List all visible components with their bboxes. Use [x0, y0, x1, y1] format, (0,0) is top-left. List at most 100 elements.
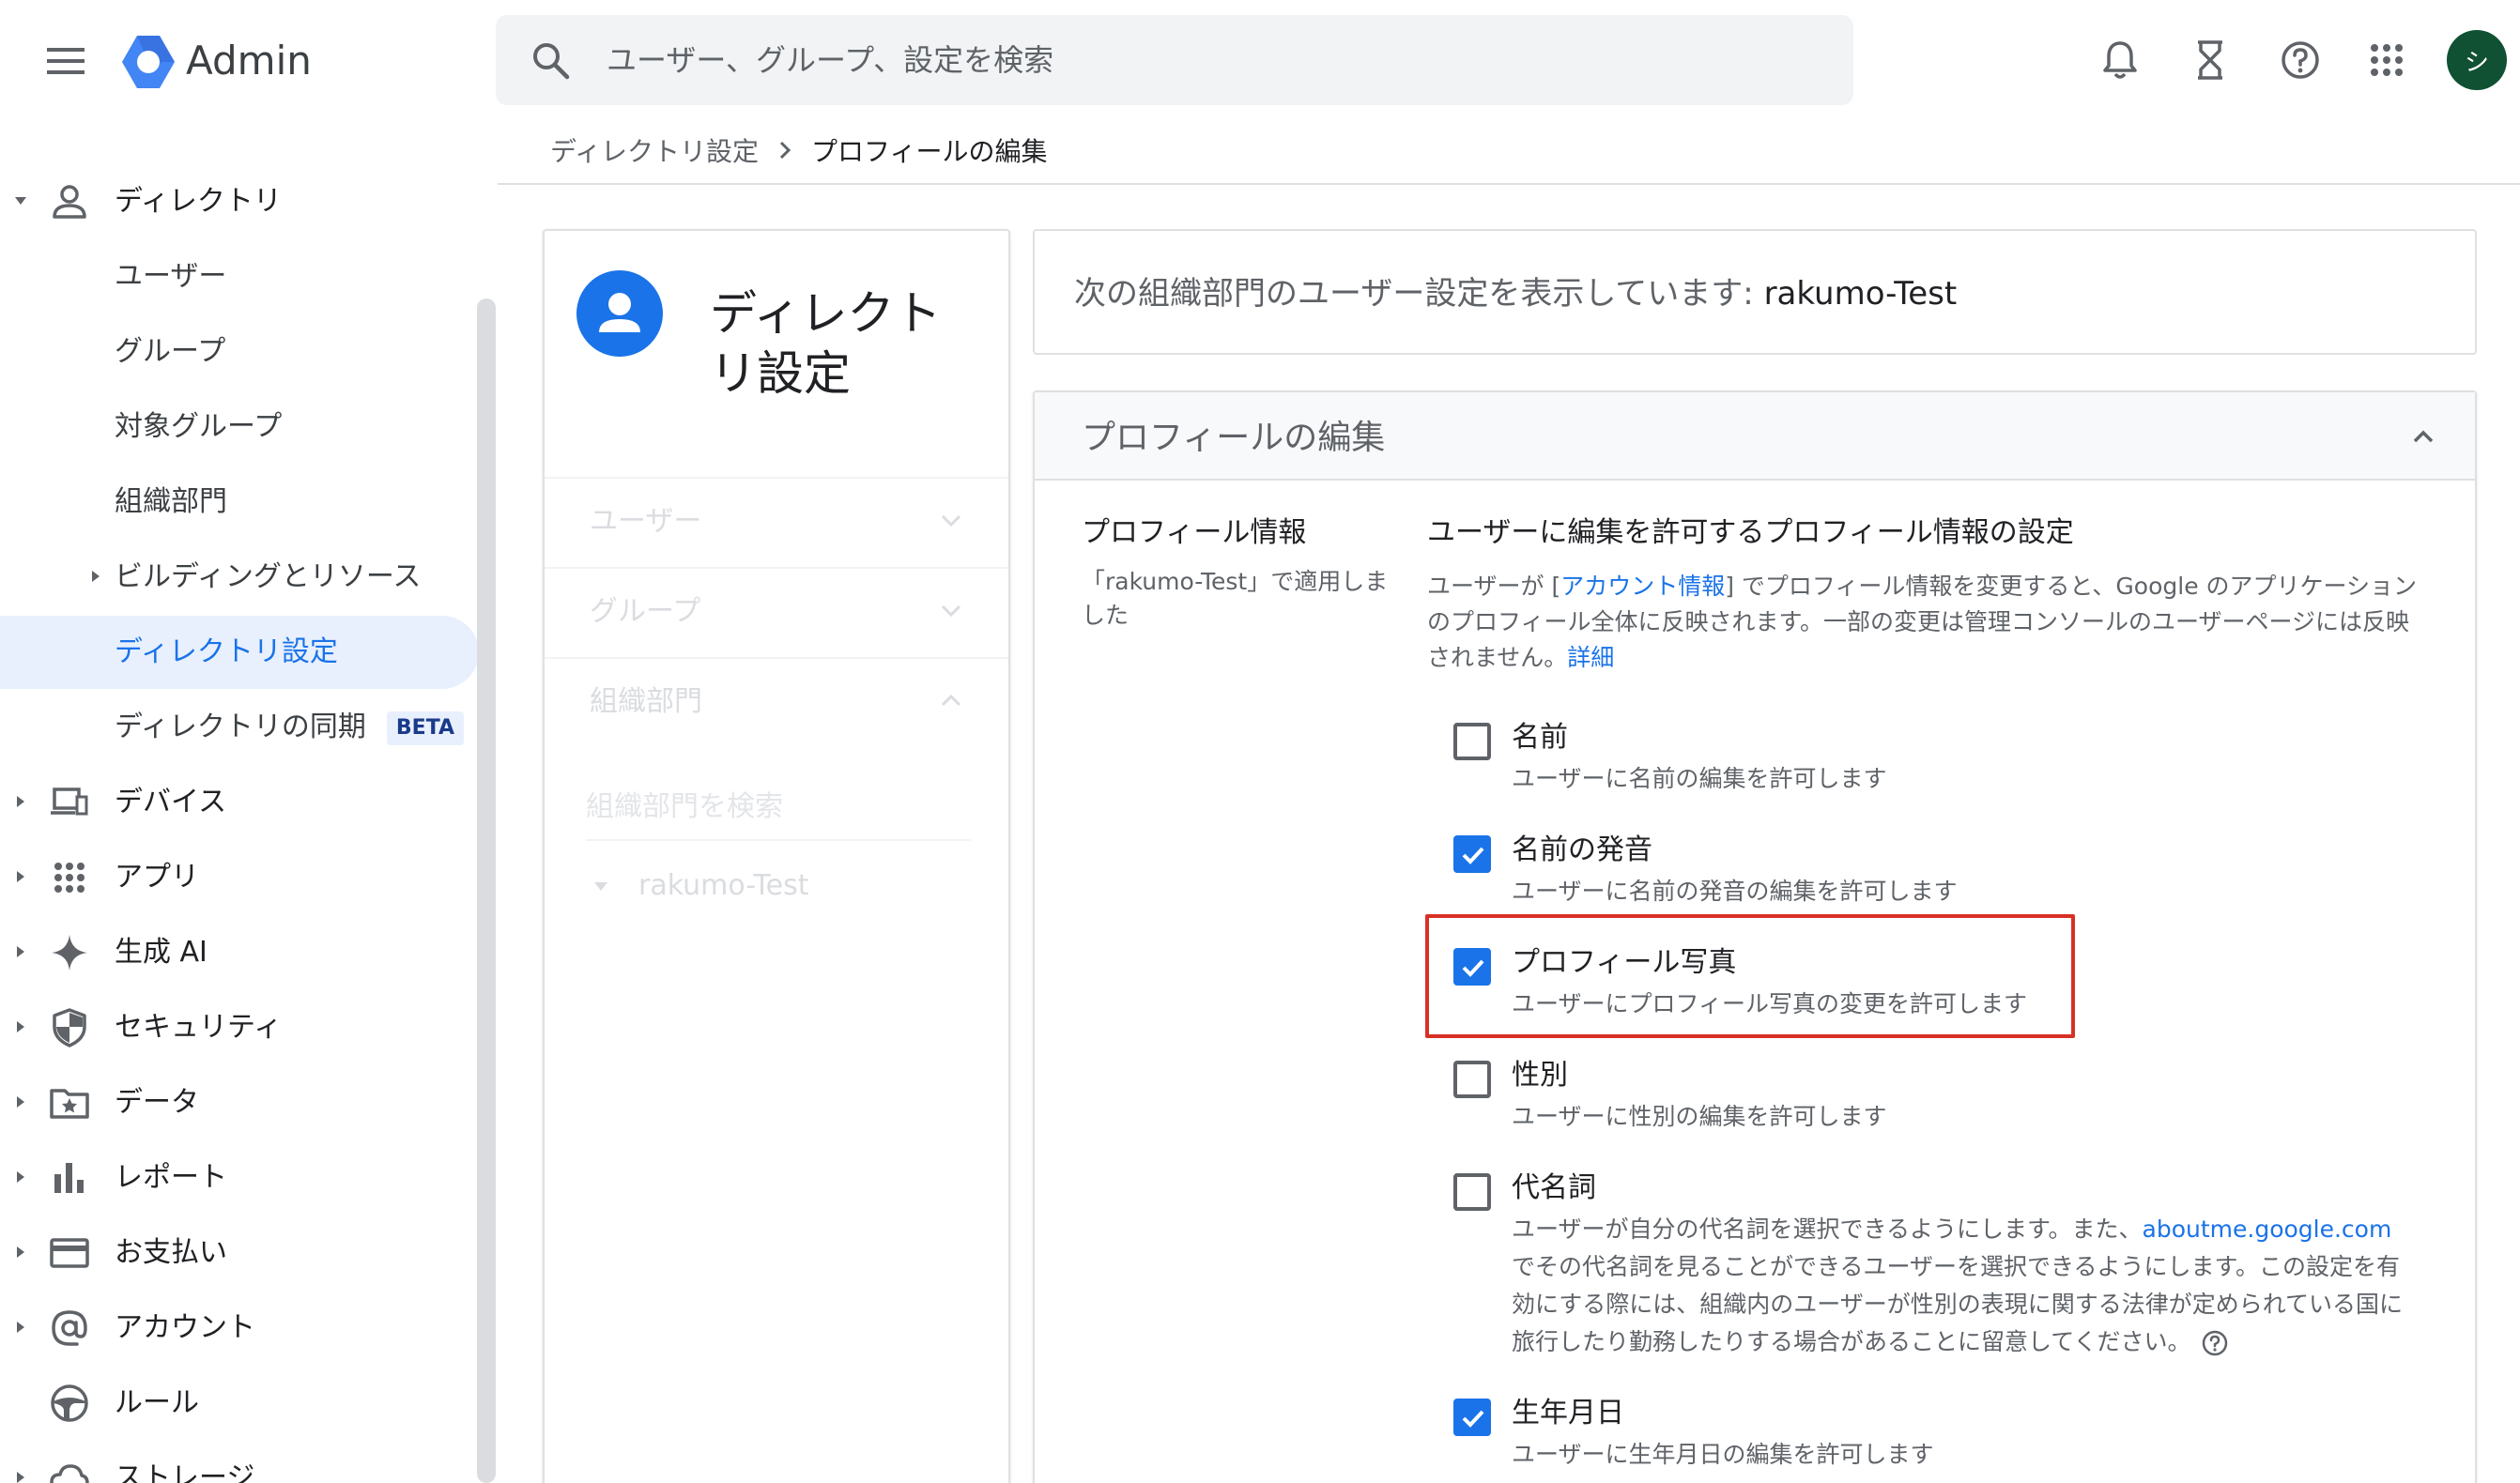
folder-star-icon: [50, 1089, 89, 1119]
option-description: ユーザーに生年月日の編集を許可します: [1512, 1441, 1934, 1468]
sidebar-item-target-groups[interactable]: 対象グループ: [0, 390, 479, 464]
sidebar-item-data[interactable]: データ: [0, 1066, 479, 1139]
sidebar-label-wrap: ディレクトリの同期 BETA: [115, 709, 465, 746]
banner-org-unit: rakumo-Test: [1763, 275, 1958, 313]
sidebar-item-buildings[interactable]: ビルディングとリソース: [0, 541, 479, 614]
banner-text: 次の組織部門のユーザー設定を表示しています:: [1074, 275, 1764, 313]
checkmark-icon: [1462, 1410, 1484, 1428]
sidebar-item-billing[interactable]: お支払い: [0, 1216, 479, 1290]
tasks-button[interactable]: [2184, 34, 2236, 86]
sidebar-item-directory[interactable]: ディレクトリ: [0, 165, 479, 238]
checkmark-icon: [1462, 847, 1484, 864]
google-admin-logo[interactable]: [118, 32, 178, 92]
sidebar-item-users[interactable]: ユーザー: [0, 240, 479, 313]
checkbox-profile-photo[interactable]: [1453, 948, 1491, 986]
section-users[interactable]: ユーザー: [590, 503, 701, 541]
sidebar-item-directory-settings[interactable]: ディレクトリ設定: [0, 616, 479, 689]
sidebar-item-groups[interactable]: グループ: [0, 315, 479, 389]
devices-icon: [51, 787, 88, 816]
help-button[interactable]: [2274, 34, 2327, 86]
caret-right-icon: [17, 1096, 24, 1108]
bell-icon: [2103, 41, 2137, 79]
sidebar-label: ディレクトリ設定: [115, 635, 338, 668]
sidebar-item-directory-sync[interactable]: ディレクトリの同期 BETA: [0, 691, 479, 764]
sidebar-item-reports[interactable]: レポート: [0, 1141, 479, 1215]
sidebar-label: データ: [115, 1086, 199, 1119]
sidebar-label: 生成 AI: [115, 936, 207, 969]
caret-right-icon: [17, 1246, 24, 1258]
caret-down-icon: [15, 197, 26, 205]
bar-chart-icon: [54, 1163, 84, 1193]
settings-description: ユーザーが [アカウント情報] でプロフィール情報を変更すると、Google の…: [1427, 569, 2432, 676]
sidebar-item-org-units[interactable]: 組織部門: [0, 466, 479, 539]
sidebar-label: アカウント: [115, 1311, 255, 1344]
hourglass-icon: [2198, 40, 2222, 80]
aboutme-link[interactable]: aboutme.google.com: [2143, 1215, 2392, 1243]
divider: [545, 567, 1008, 569]
checkmark-icon: [1462, 959, 1484, 977]
breadcrumb-current: プロフィールの編集: [811, 136, 1048, 167]
search-bar[interactable]: ユーザー、グループ、設定を検索: [496, 15, 1853, 105]
option-label: プロフィール写真: [1512, 946, 1737, 979]
chevron-right-icon: [779, 141, 791, 160]
help-icon[interactable]: [2201, 1329, 2229, 1357]
section-applied-note: 「rakumo-Test」で適用しました: [1082, 568, 1389, 629]
org-unit-search-input[interactable]: 組織部門を検索: [586, 788, 971, 841]
steering-wheel-icon: [51, 1384, 88, 1422]
account-info-link[interactable]: アカウント情報: [1560, 573, 1725, 600]
sidebar-item-rules[interactable]: ルール: [0, 1367, 479, 1440]
chevron-up-icon[interactable]: [935, 685, 967, 717]
shield-icon: [53, 1008, 86, 1047]
option-label: 代名詞: [1512, 1171, 1596, 1204]
caret-right-icon: [17, 1021, 24, 1032]
apps-launcher-button[interactable]: [2360, 34, 2413, 86]
option-label: 名前: [1512, 721, 1568, 754]
notifications-button[interactable]: [2094, 34, 2146, 86]
section-org-units[interactable]: 組織部門: [590, 683, 702, 721]
checkbox-name[interactable]: [1453, 723, 1491, 760]
caret-down-icon: [594, 881, 607, 891]
learn-more-link[interactable]: 詳細: [1567, 644, 1614, 671]
section-groups[interactable]: グループ: [590, 593, 700, 631]
account-avatar[interactable]: シ: [2447, 30, 2507, 90]
panel-header[interactable]: プロフィールの編集: [1035, 392, 2475, 481]
sidebar-label: レポート: [115, 1161, 227, 1194]
chevron-up-icon[interactable]: [2402, 415, 2445, 458]
brand-name[interactable]: Admin: [186, 34, 312, 88]
breadcrumb-link-directory-settings[interactable]: ディレクトリ設定: [550, 131, 759, 169]
org-tree-label: rakumo-Test: [638, 869, 809, 902]
checkbox-birthday[interactable]: [1453, 1399, 1491, 1436]
sidebar-item-gen-ai[interactable]: 生成 AI: [0, 916, 479, 989]
checkbox-name-pronunciation[interactable]: [1453, 835, 1491, 873]
checkbox-pronouns[interactable]: [1453, 1173, 1491, 1211]
sidebar-item-account[interactable]: アカウント: [0, 1292, 479, 1365]
cloud-icon: [50, 1464, 89, 1483]
search-input[interactable]: ユーザー、グループ、設定を検索: [607, 41, 1053, 79]
person-icon: [53, 185, 86, 219]
desc-text: ユーザーが自分の代名詞を選択できるようにします。また、: [1512, 1215, 2143, 1243]
sidebar-item-storage[interactable]: ストレージ: [0, 1442, 479, 1483]
chevron-down-icon[interactable]: [935, 505, 967, 537]
chevron-down-icon[interactable]: [935, 595, 967, 627]
panel-title: プロフィールの編集: [1082, 419, 1386, 457]
main-menu-button[interactable]: [32, 32, 100, 90]
sidebar-item-security[interactable]: セキュリティ: [0, 991, 479, 1064]
at-sign-icon: [52, 1310, 87, 1346]
caret-right-icon: [17, 871, 24, 882]
sidebar-label: 対象グループ: [115, 410, 283, 443]
checkbox-gender[interactable]: [1453, 1061, 1491, 1098]
sidebar-scrollbar[interactable]: [477, 298, 496, 1483]
caret-right-icon: [17, 1472, 24, 1483]
option-description: ユーザーに名前の編集を許可します: [1512, 765, 1887, 792]
sidebar-label: デバイス: [115, 786, 227, 818]
sidebar-label: お支払い: [115, 1236, 227, 1269]
org-tree-root[interactable]: rakumo-Test: [592, 869, 808, 902]
caret-right-icon: [17, 946, 24, 957]
card-title: ディレクトリ設定: [710, 286, 942, 401]
sidebar-label: ルール: [115, 1386, 199, 1419]
sidebar-item-devices[interactable]: デバイス: [0, 766, 479, 839]
sidebar-item-apps[interactable]: アプリ: [0, 841, 479, 914]
option-label: 性別: [1512, 1059, 1568, 1092]
beta-badge: BETA: [386, 711, 465, 745]
profile-edit-panel: プロフィールの編集 プロフィール情報 「rakumo-Test」で適用しました …: [1033, 390, 2477, 1483]
